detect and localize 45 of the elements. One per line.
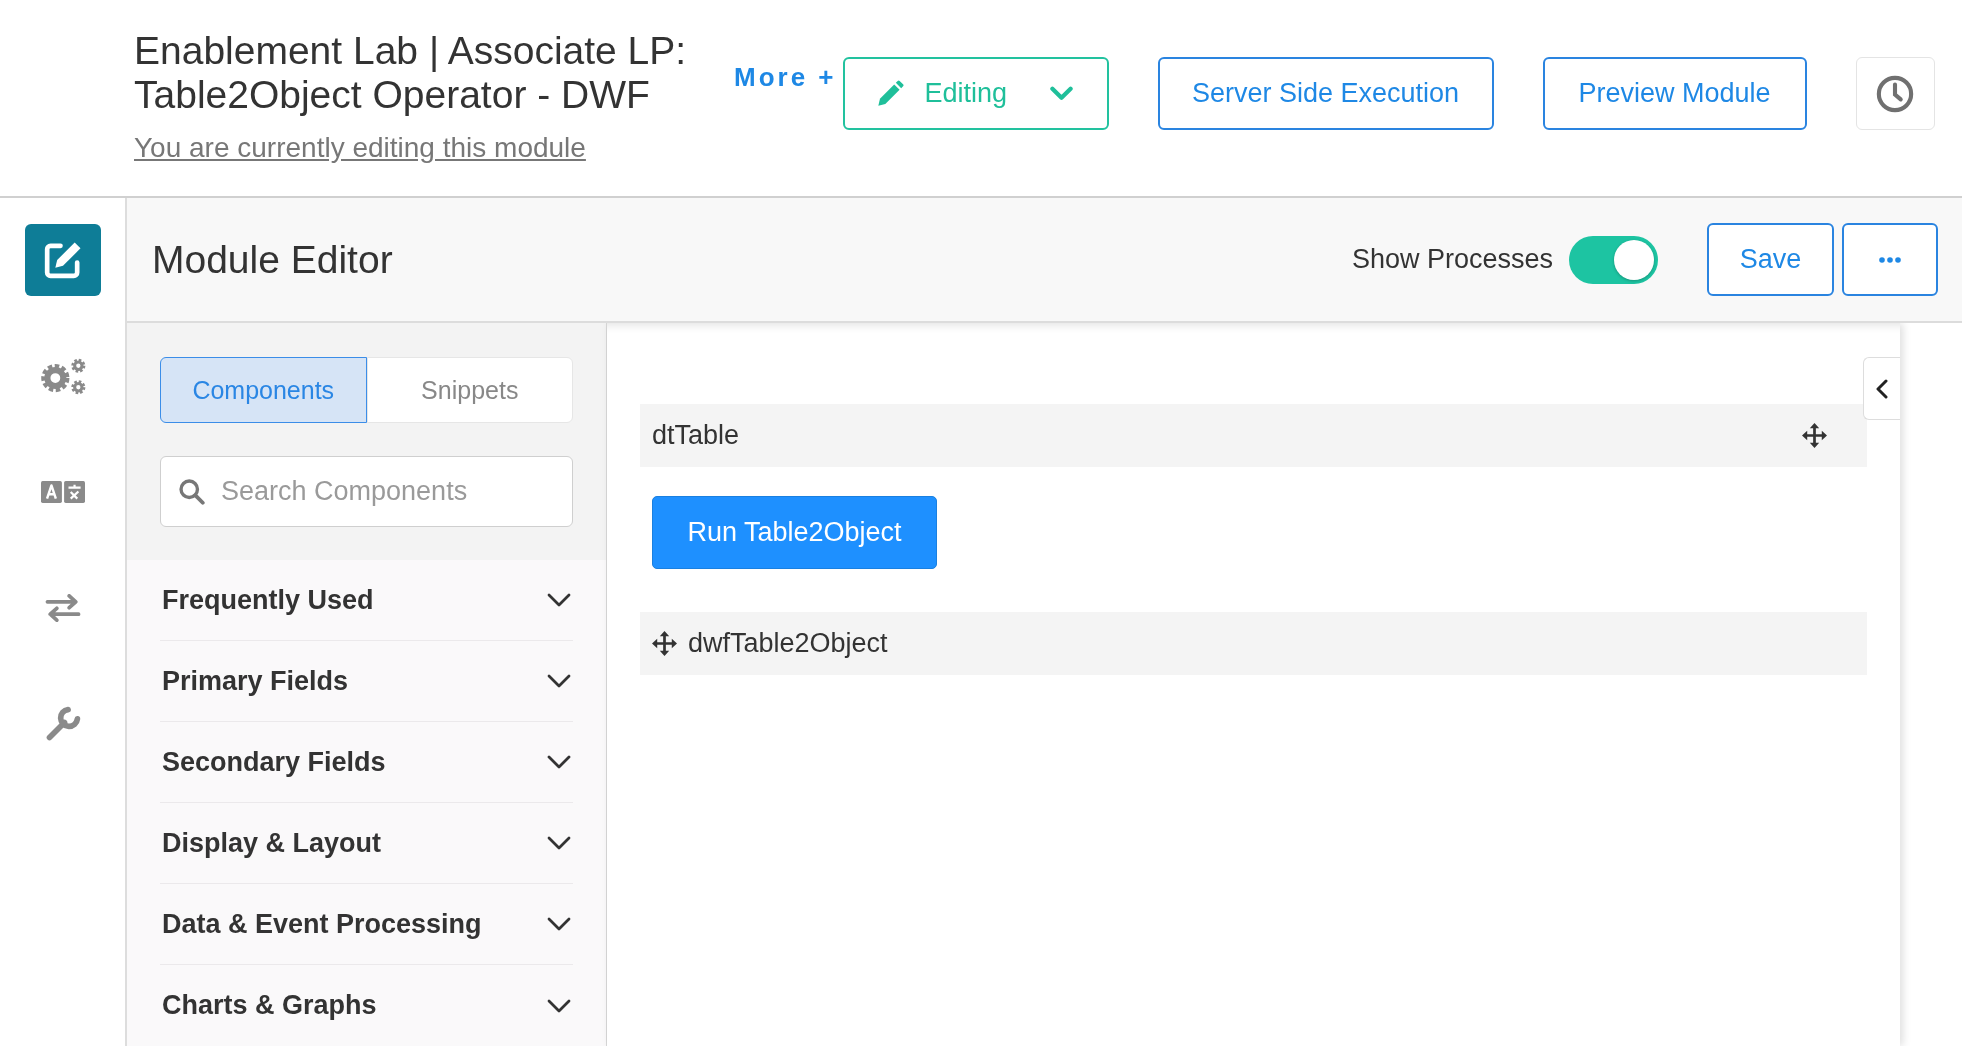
accordion-header[interactable]: Frequently Used	[160, 560, 573, 641]
save-button[interactable]: Save	[1707, 223, 1834, 296]
sidebar-button[interactable]	[44, 706, 81, 742]
move-icon[interactable]	[1802, 423, 1827, 448]
table-component-bar[interactable]: dtTable	[640, 404, 1867, 467]
more-options-button[interactable]	[1842, 223, 1938, 296]
editor-title: Module Editor	[152, 237, 393, 282]
accordion-header[interactable]: Primary Fields	[160, 641, 573, 722]
process-component-bar[interactable]: dwfTable2Object	[640, 612, 1867, 675]
sidebar-button[interactable]	[40, 481, 85, 503]
search-field[interactable]: Search Components	[160, 456, 573, 527]
edit-icon	[42, 240, 83, 280]
palette-tab[interactable]: Components	[160, 357, 367, 423]
show-processes-toggle[interactable]	[1569, 235, 1658, 284]
pencil-icon	[875, 79, 904, 108]
more-link[interactable]: More +	[734, 60, 837, 94]
show-processes-label: Show Processes	[1351, 244, 1553, 275]
palette-tab[interactable]: Snippets	[366, 357, 573, 423]
clock-icon	[1876, 74, 1915, 113]
module-title: Enablement Lab | Associate LP: Table2Object Operator - DWF	[134, 29, 688, 117]
sidebar-button[interactable]	[43, 594, 82, 622]
search-icon	[178, 478, 205, 505]
component-label: dwfTable2Object	[688, 628, 888, 659]
gears-icon	[39, 357, 86, 395]
swap-arrows-icon	[43, 594, 82, 622]
move-icon[interactable]	[652, 631, 677, 656]
more-icon	[1879, 256, 1901, 263]
chevron-left-icon	[1876, 378, 1888, 399]
collapse-panel-button[interactable]	[1863, 357, 1900, 420]
header-button[interactable]: Preview Module	[1542, 57, 1807, 130]
mode-dropdown[interactable]: Editing	[842, 57, 1109, 130]
history-button[interactable]	[1855, 57, 1935, 130]
accordion-header[interactable]: Charts & Graphs	[160, 965, 573, 1046]
editing-status-link[interactable]: You are currently editing this module	[134, 131, 586, 165]
accordion-header[interactable]: Secondary Fields	[160, 722, 573, 803]
header-button[interactable]: Server Side Execution	[1157, 57, 1494, 130]
wrench-icon	[44, 706, 81, 742]
run-button[interactable]: Run Table2Object	[652, 496, 937, 569]
chevron-down-icon	[1049, 86, 1073, 101]
sidebar-button[interactable]	[24, 224, 101, 296]
component-label: dtTable	[652, 420, 740, 451]
sidebar-button[interactable]	[39, 357, 86, 395]
accordion-header[interactable]: Display & Layout	[160, 803, 573, 884]
accordion-header[interactable]: Data & Event Processing	[160, 884, 573, 965]
translate-icon	[40, 481, 85, 503]
